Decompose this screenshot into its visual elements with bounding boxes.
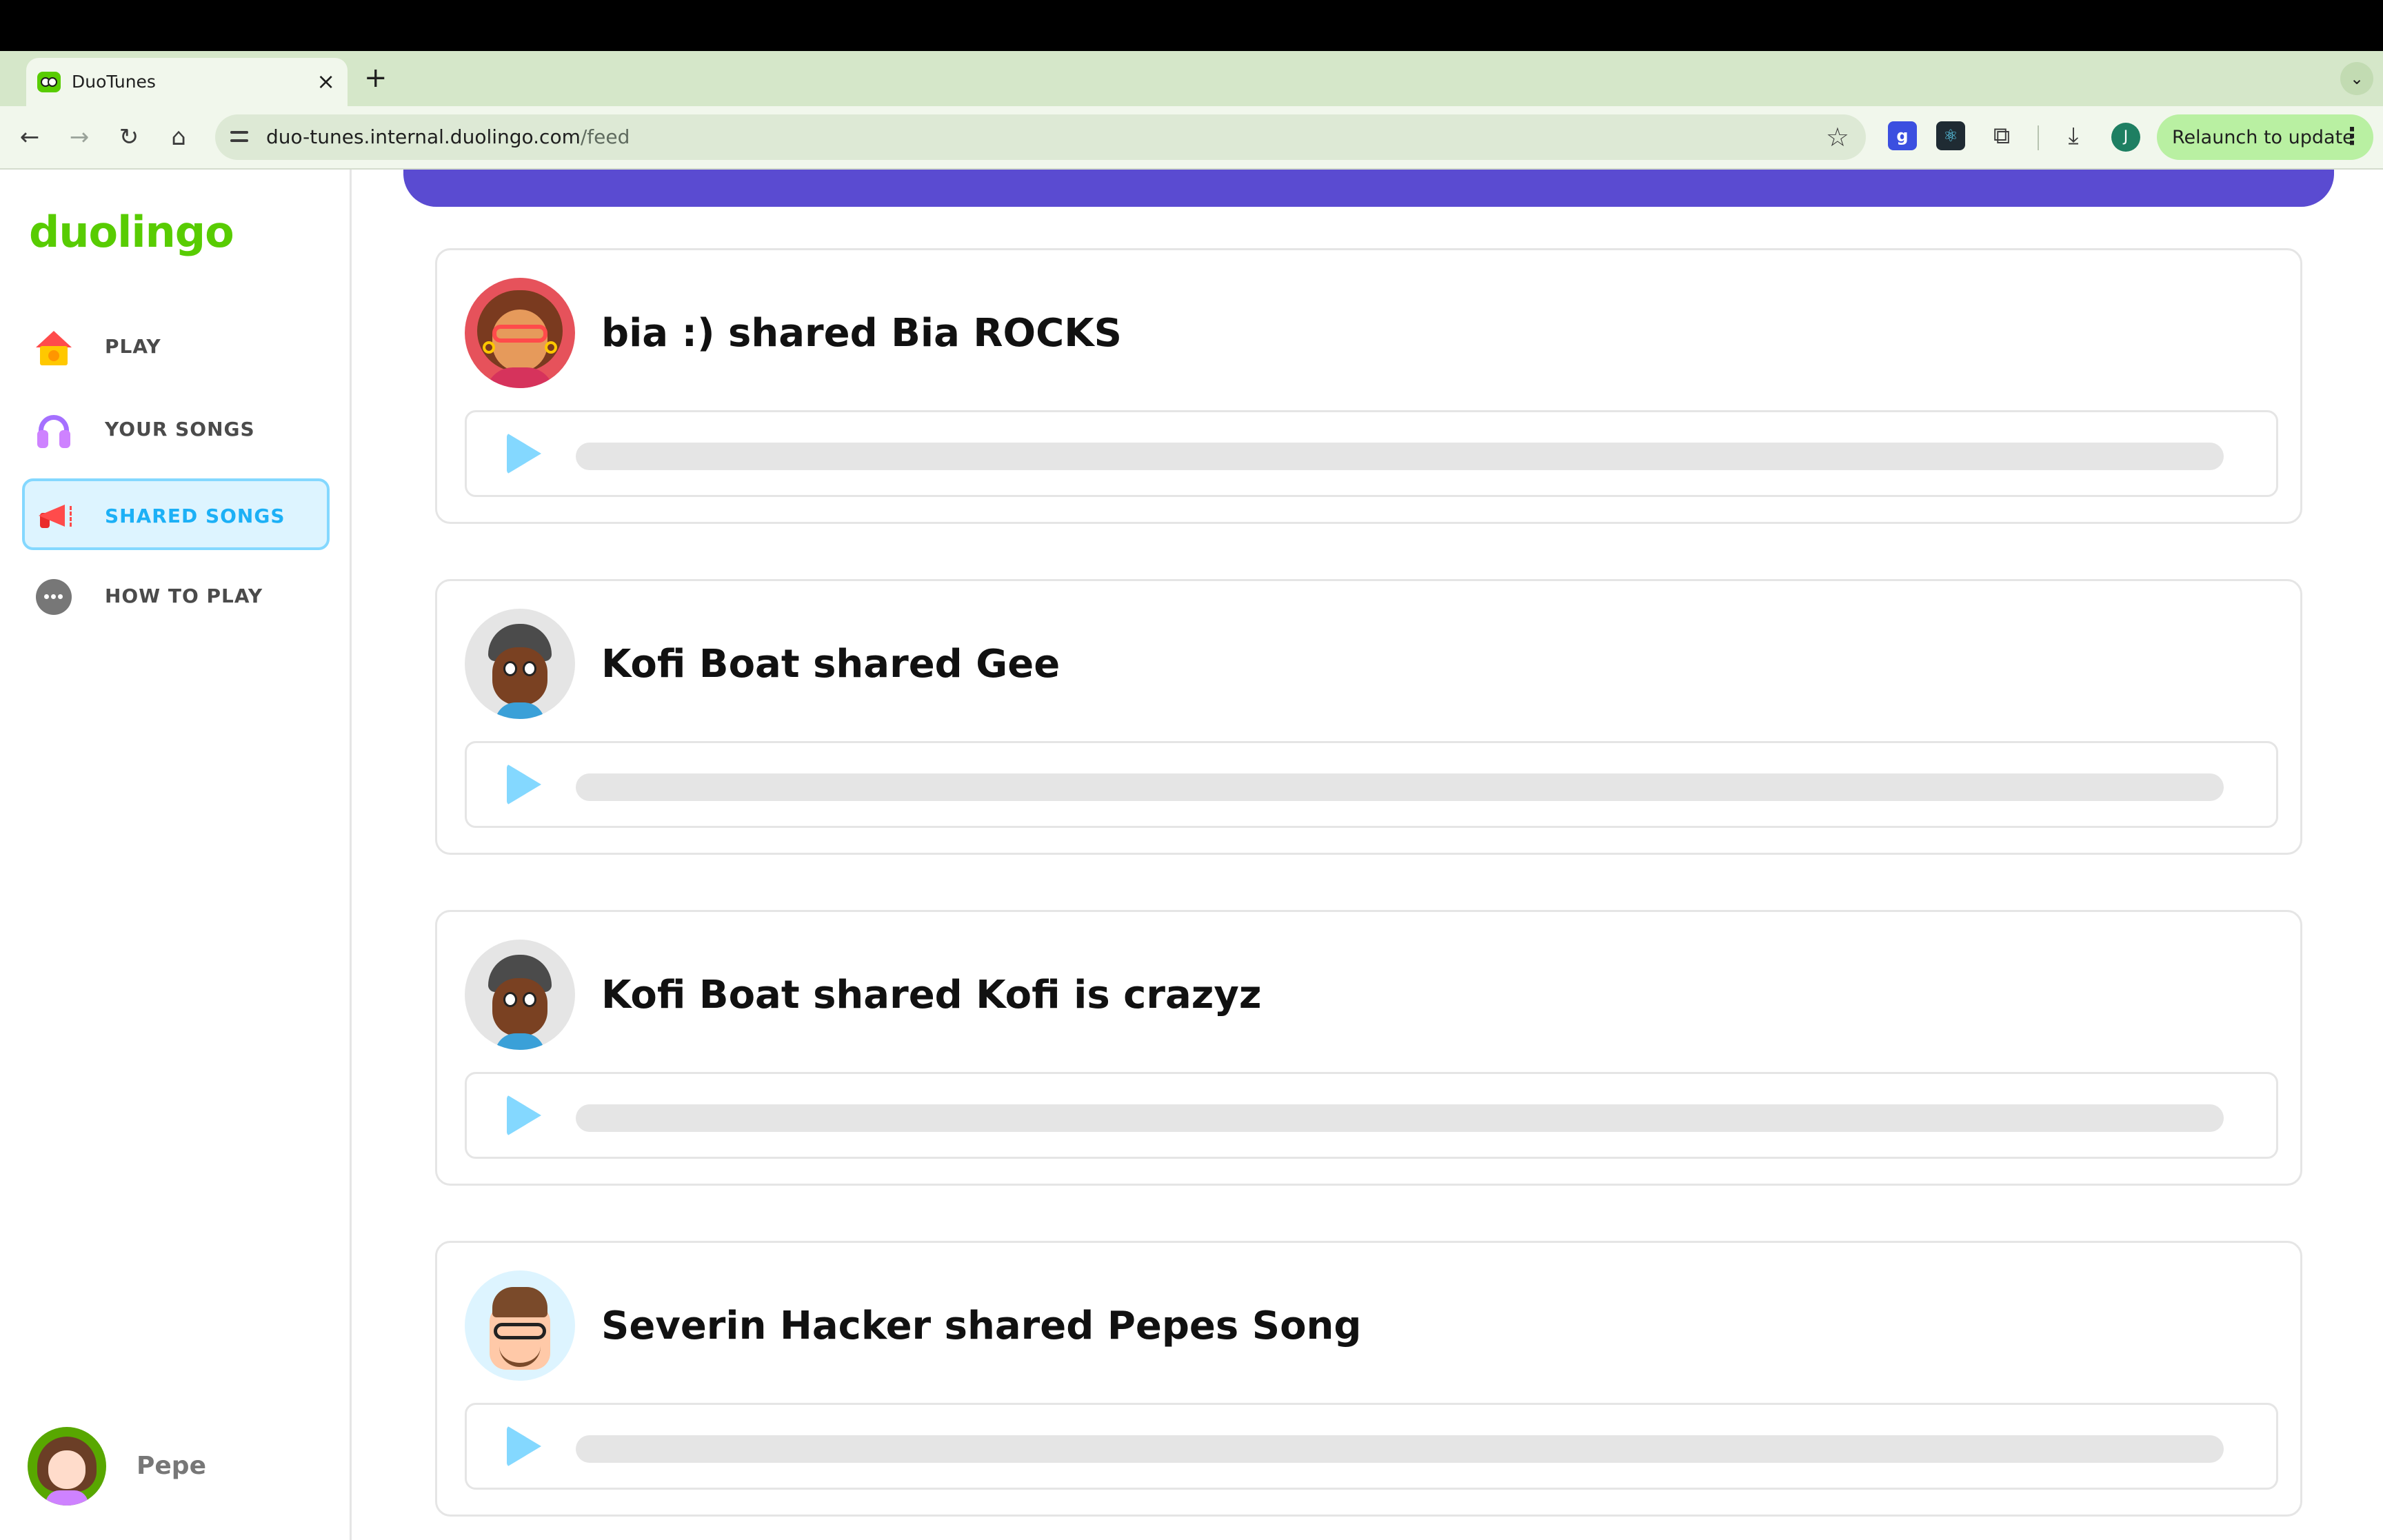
url-text[interactable]: duo-tunes.internal.duolingo.com/feed (266, 125, 630, 148)
duotunes-favicon-icon (37, 72, 61, 92)
sidebar-item-label: YOUR SONGS (105, 418, 255, 440)
feed-card: Kofi Boat shared Gee (435, 579, 2302, 855)
url-host: duo-tunes.internal.duolingo.com (266, 125, 581, 148)
browser-toolbar: ← → ↻ ⌂ duo-tunes.internal.duolingo.com/… (0, 106, 2383, 170)
reload-button[interactable]: ↻ (112, 120, 146, 154)
audio-player (465, 1072, 2278, 1159)
toolbar-divider (2038, 125, 2039, 150)
avatar (28, 1427, 106, 1506)
avatar (465, 1270, 575, 1381)
user-name: Pepe (137, 1452, 206, 1480)
play-icon[interactable] (507, 433, 541, 474)
avatar (465, 940, 575, 1050)
profile-avatar[interactable]: J (2111, 123, 2140, 152)
sidebar: duolingo PLAY YOUR SONGS SHARED SONGS HO… (0, 170, 352, 1540)
new-tab-button[interactable]: + (364, 61, 388, 95)
progress-track[interactable] (576, 773, 2224, 801)
feed-card: Severin Hacker shared Pepes Song (435, 1241, 2302, 1517)
house-icon (34, 328, 73, 367)
feed-main: bia :) shared Bia ROCKS Kofi Boat shared… (354, 170, 2383, 1540)
sidebar-item-shared-songs[interactable]: SHARED SONGS (22, 478, 330, 550)
forward-button[interactable]: → (62, 120, 97, 154)
feed-card: bia :) shared Bia ROCKS (435, 248, 2302, 524)
audio-player (465, 1403, 2278, 1490)
sidebar-item-label: PLAY (105, 335, 161, 358)
download-icon[interactable]: ⤓ (2059, 121, 2088, 150)
progress-track[interactable] (576, 1435, 2224, 1463)
back-button[interactable]: ← (12, 120, 47, 154)
sidebar-item-play[interactable]: PLAY (22, 309, 330, 381)
tab-title: DuoTunes (72, 72, 156, 92)
user-profile[interactable]: Pepe (28, 1427, 331, 1506)
play-icon[interactable] (507, 1426, 541, 1467)
extensions-puzzle-icon[interactable]: ⧉ (1987, 121, 2016, 150)
duolingo-logo[interactable]: duolingo (29, 207, 234, 257)
feed-card-title: Kofi Boat shared Gee (601, 642, 1060, 687)
home-button[interactable]: ⌂ (161, 120, 196, 154)
address-bar[interactable]: duo-tunes.internal.duolingo.com/feed ☆ (215, 114, 1866, 160)
sidebar-item-label: HOW TO PLAY (105, 585, 263, 607)
tab-search-button[interactable]: ⌄ (2340, 62, 2373, 95)
close-tab-icon[interactable]: × (316, 68, 335, 95)
more-dots-icon (36, 579, 72, 615)
progress-track[interactable] (576, 443, 2224, 470)
chrome-menu-icon[interactable]: ⋮ (2340, 121, 2364, 152)
react-devtools-icon[interactable]: ⚛ (1936, 121, 1965, 150)
progress-track[interactable] (576, 1104, 2224, 1132)
browser-tab[interactable]: DuoTunes × (26, 58, 348, 106)
feed-card-title: Kofi Boat shared Kofi is crazyz (601, 973, 1262, 1017)
avatar (465, 278, 575, 388)
audio-player (465, 741, 2278, 828)
site-info-icon[interactable] (228, 125, 251, 149)
relaunch-button[interactable]: Relaunch to update ⋮ (2157, 114, 2373, 160)
url-path: /feed (580, 125, 630, 148)
play-icon[interactable] (507, 1095, 541, 1136)
avatar (465, 609, 575, 719)
sidebar-item-how-to-play[interactable]: HOW TO PLAY (22, 558, 330, 630)
play-icon[interactable] (507, 764, 541, 805)
feed-card: Kofi Boat shared Kofi is crazyz (435, 910, 2302, 1186)
feed-card-title: bia :) shared Bia ROCKS (601, 311, 1122, 356)
sidebar-item-label: SHARED SONGS (105, 505, 285, 527)
audio-player (465, 410, 2278, 497)
feed-card-title: Severin Hacker shared Pepes Song (601, 1304, 1362, 1348)
header-banner (403, 170, 2334, 207)
grammar-extension-icon[interactable]: g (1888, 121, 1917, 150)
headphones-icon (34, 411, 73, 449)
sidebar-item-your-songs[interactable]: YOUR SONGS (22, 392, 330, 463)
browser-tab-strip: DuoTunes × + ⌄ (0, 51, 2383, 106)
bookmark-star-icon[interactable]: ☆ (1826, 120, 1849, 154)
megaphone-icon (34, 498, 73, 536)
os-menu-bar (0, 0, 2383, 51)
relaunch-label: Relaunch to update (2172, 127, 2354, 148)
